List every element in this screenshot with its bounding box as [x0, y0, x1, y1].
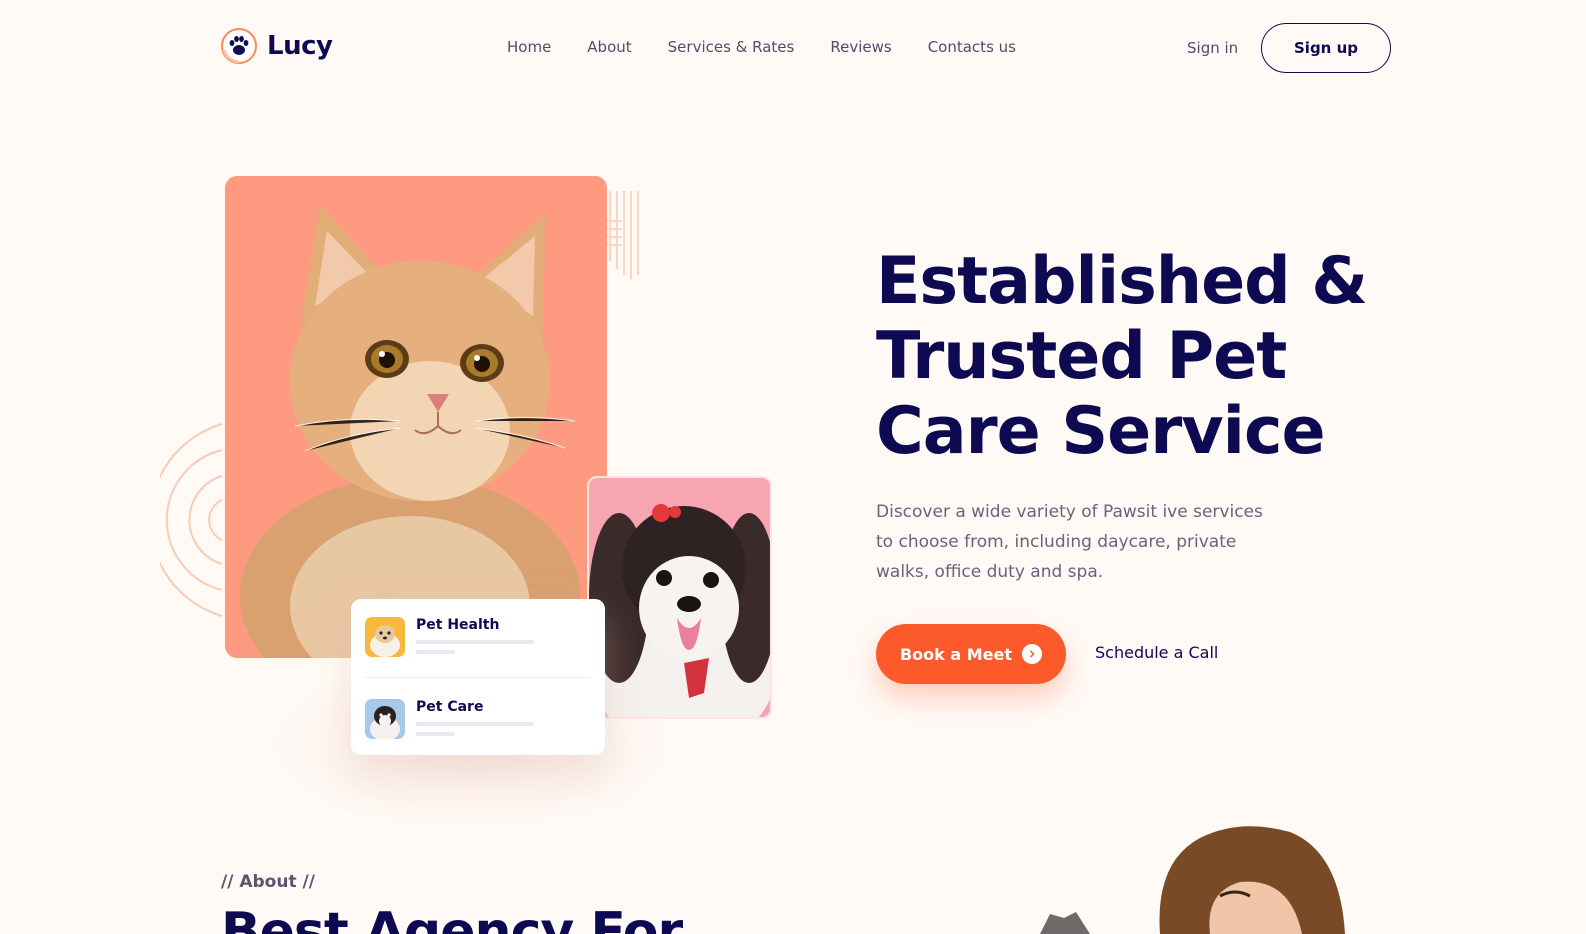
nav-item-home[interactable]: Home [507, 38, 551, 56]
main-nav: Home About Services & Rates Reviews Cont… [507, 38, 1016, 56]
hero-description: Discover a wide variety of Pawsit ive se… [876, 502, 1263, 582]
divider [365, 677, 591, 678]
nav-item-contacts[interactable]: Contacts us [928, 38, 1016, 56]
book-a-meet-button[interactable]: Book a Meet [876, 624, 1066, 684]
hero-title-line: Care Service [876, 394, 1326, 469]
brand-name: Lucy [267, 31, 333, 61]
service-item-pet-health[interactable]: Pet Health [365, 617, 534, 657]
hero-title-line: Trusted Pet [876, 319, 1287, 394]
arrow-right-icon [1022, 644, 1043, 664]
cat-photo [225, 176, 607, 658]
decorative-arcs [160, 423, 223, 617]
nav-item-reviews[interactable]: Reviews [830, 38, 891, 56]
person-with-cat-photo [1040, 826, 1345, 934]
decorative-stripes [606, 191, 639, 279]
brand-logo[interactable]: Lucy [221, 28, 333, 64]
placeholder-bar [416, 640, 534, 644]
kitten-illustration [240, 206, 580, 658]
service-title: Pet Care [416, 699, 484, 715]
placeholder-bar [416, 722, 534, 726]
schedule-call-link[interactable]: Schedule a Call [1095, 643, 1218, 662]
nav-item-services-rates[interactable]: Services & Rates [668, 38, 795, 56]
pet-care-thumbnail [365, 699, 405, 739]
sign-up-button[interactable]: Sign up [1261, 23, 1391, 73]
sign-in-link[interactable]: Sign in [1187, 39, 1238, 57]
hero-title: Established & Trusted Pet Care Service [876, 244, 1436, 469]
about-section-title: Best Agency For [221, 902, 683, 934]
hero-title-line: Established & [876, 244, 1368, 319]
services-card: Pet Health Pet Care [351, 599, 605, 755]
placeholder-bar [416, 650, 455, 654]
nav-item-about[interactable]: About [587, 38, 631, 56]
paw-icon [221, 28, 257, 64]
book-a-meet-label: Book a Meet [899, 644, 1013, 664]
about-section-label: // About // [221, 872, 315, 892]
placeholder-bar [416, 732, 455, 736]
service-item-pet-care[interactable]: Pet Care [365, 699, 534, 739]
pet-health-thumbnail [365, 617, 405, 657]
service-title: Pet Health [416, 617, 500, 633]
